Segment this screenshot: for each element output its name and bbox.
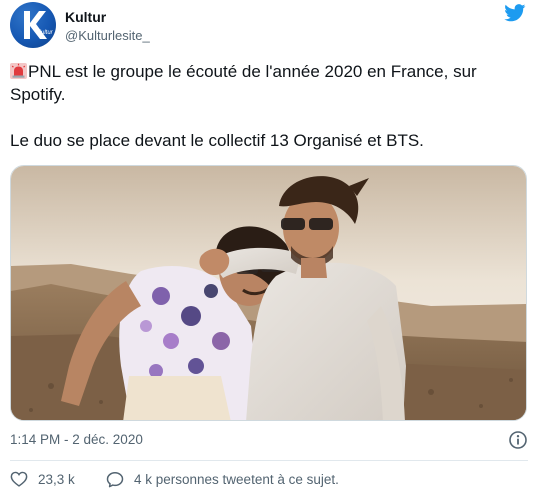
twitter-bird-icon[interactable] [504, 4, 526, 22]
tweet-line-2: Le duo se place devant le collectif 13 O… [10, 131, 424, 150]
tweet-text: PNL est le groupe le écouté de l'année 2… [10, 60, 525, 152]
handle[interactable]: @Kulturlesite_ [65, 27, 150, 44]
tweet-photo[interactable] [10, 165, 527, 421]
avatar[interactable]: Kultur [10, 2, 56, 48]
comment-button[interactable]: 4 k personnes tweetent à ce sujet. [106, 469, 339, 489]
account-names[interactable]: Kultur @Kulturlesite_ [65, 8, 150, 44]
kultur-logo-icon: Kultur [24, 11, 54, 39]
tweet-timestamp[interactable]: 1:14 PM - 2 déc. 2020 [10, 431, 143, 449]
heart-icon [10, 471, 28, 487]
tweet-line-1-text: PNL est le groupe le écouté de l'année 2… [10, 62, 477, 104]
comment-text: 4 k personnes tweetent à ce sujet. [134, 471, 339, 487]
tweet-card: Kultur Kultur @Kulturlesite_ PNL est le … [0, 0, 538, 493]
comment-icon [106, 471, 124, 487]
rotating-light-icon [10, 63, 27, 79]
tweet-line-1: PNL est le groupe le écouté de l'année 2… [10, 60, 525, 106]
tweet-header: Kultur Kultur @Kulturlesite_ [10, 2, 528, 50]
photo-two-men-desert [11, 166, 526, 420]
info-icon[interactable] [508, 430, 528, 450]
like-count: 23,3 k [38, 471, 75, 487]
svg-text:Kultur: Kultur [37, 30, 54, 36]
divider [10, 460, 528, 461]
display-name[interactable]: Kultur [65, 8, 150, 26]
like-button[interactable]: 23,3 k [10, 469, 75, 489]
